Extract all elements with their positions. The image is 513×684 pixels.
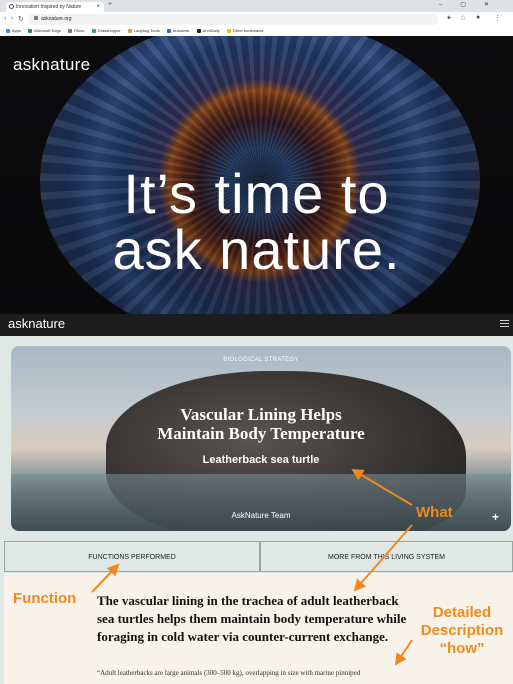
browser-tab-strip: Innovation Inspired by Nature × + –▢✕ [0,0,513,12]
profile-icon[interactable]: ● [476,14,480,21]
hero-headline-line1: It’s time to [123,162,390,225]
content-tabs: FUNCTIONS PERFORMED MORE FROM THIS LIVIN… [4,541,513,573]
annotation-what: What [416,504,453,521]
card-organism[interactable]: Leatherback sea turtle [11,454,511,466]
tab-functions-performed[interactable]: FUNCTIONS PERFORMED [4,541,260,572]
bookmark-item[interactable]: Ladybug Tools [127,25,160,36]
site-header [0,314,513,336]
extensions-icon[interactable]: ✦ [446,14,452,22]
hero-logo[interactable]: asknature [13,55,90,75]
card-title: Vascular Lining Helps Maintain Body Temp… [11,405,511,443]
strategy-quote: “Adult leatherbacks are large animals (3… [97,669,361,677]
card-title-line1: Vascular Lining Helps [180,405,342,424]
back-icon[interactable]: ‹ [4,15,6,22]
card-category-label: BIOLOGICAL STRATEGY [223,357,299,363]
annotation-function: Function [13,590,77,607]
annotation-detailed-description: Detailed Description “how” [414,604,510,658]
bookmark-item[interactable]: Autodesk [166,25,189,36]
bookmark-item[interactable]: Other bookmarks [226,25,264,36]
close-tab-icon[interactable]: × [96,2,100,12]
favicon-icon [9,4,14,9]
new-tab-icon[interactable]: + [108,1,112,8]
bookmark-item[interactable]: ArchDaily [196,25,220,36]
forward-icon[interactable]: › [11,15,13,22]
menu-icon[interactable]: ⋮ [494,14,501,22]
tab-more-from-living-system[interactable]: MORE FROM THIS LIVING SYSTEM [260,541,513,572]
address-bar-url: asknature.org [41,16,72,22]
lock-icon [34,16,38,20]
bookmark-item[interactable]: Apps [6,25,21,36]
browser-tab[interactable]: Innovation Inspired by Nature × [6,2,104,12]
strategy-summary: The vascular lining in the trachea of ad… [97,593,407,644]
site-logo[interactable]: asknature [8,316,65,331]
annotation-detail-line2: Description [420,622,504,639]
bookmark-item[interactable]: Microsoft Edge [28,25,61,36]
hamburger-menu-icon[interactable] [500,320,509,329]
reload-icon[interactable]: ↻ [18,15,24,23]
bookmark-star-icon[interactable]: ☆ [460,14,466,22]
bookmark-item[interactable]: Rhino [68,25,85,36]
bookmark-item[interactable]: Grasshopper [91,25,121,36]
hero-headline-line2: ask nature. [112,218,401,281]
expand-plus-icon[interactable]: + [492,510,499,524]
sea-image [11,474,511,531]
card-title-line2: Maintain Body Temperature [157,424,365,443]
address-bar[interactable]: asknature.org [28,14,438,25]
annotation-detail-line3: “how” [439,640,485,657]
hero-headline: It’s time to ask nature. [0,166,513,278]
annotation-detail-line1: Detailed [432,604,492,621]
window-controls[interactable]: –▢✕ [439,1,507,8]
browser-tab-title: Innovation Inspired by Nature [16,4,82,10]
